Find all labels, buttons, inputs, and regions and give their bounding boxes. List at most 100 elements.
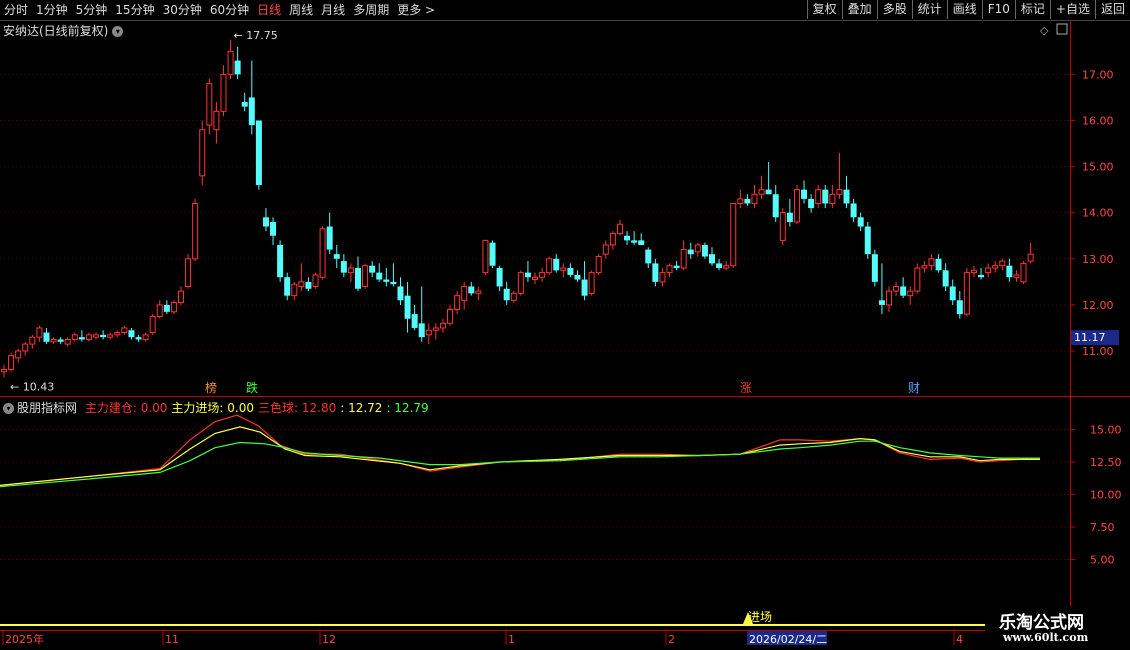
candle <box>539 268 546 282</box>
candle-body <box>871 254 878 282</box>
candle-body <box>149 315 156 334</box>
candle <box>64 337 71 347</box>
candle-body <box>723 265 730 269</box>
candle-body <box>355 268 361 289</box>
candle-body <box>999 260 1006 267</box>
candle-body <box>390 281 397 285</box>
candle <box>871 249 878 287</box>
candle <box>277 240 284 282</box>
candle-body <box>383 279 390 282</box>
stock-chart[interactable]: 进场 17.0016.0015.0014.0013.0012.0011.0011… <box>0 0 1130 650</box>
candle <box>886 286 892 312</box>
candle-body <box>829 193 836 204</box>
candle <box>588 270 595 296</box>
candle <box>652 258 659 287</box>
candle-body <box>50 338 57 343</box>
candle-body <box>956 300 963 315</box>
indicator-axis-label: 7.50 <box>1090 521 1115 534</box>
current-price-label: 11.17 <box>1074 331 1106 344</box>
candle <box>291 281 298 301</box>
candle-body <box>397 286 404 301</box>
candle <box>36 325 43 342</box>
candle-body <box>8 355 15 370</box>
price-label: 14.00 <box>1082 207 1114 220</box>
candle-body <box>963 272 970 315</box>
candle <box>532 272 538 285</box>
candle <box>397 277 404 305</box>
candle-body <box>305 281 312 289</box>
candle <box>185 254 192 289</box>
candle-body <box>425 329 432 336</box>
time-label: 2025年 <box>5 632 44 646</box>
candle-body <box>1 368 7 373</box>
candle-body <box>560 267 567 271</box>
candle <box>524 261 531 282</box>
candle <box>616 219 623 236</box>
candle-body <box>659 272 666 283</box>
time-label: 1 <box>508 633 515 646</box>
candle <box>553 254 560 273</box>
candle <box>560 263 567 278</box>
candle-body <box>411 314 418 328</box>
candle <box>100 330 107 340</box>
price-label: 17.00 <box>1082 68 1114 81</box>
candle <box>510 291 517 303</box>
price-label: 15.00 <box>1082 161 1114 174</box>
indicator-axis-label: 5.00 <box>1090 554 1115 567</box>
candle-body <box>524 272 531 278</box>
candle <box>829 185 836 209</box>
candle-body <box>248 97 255 126</box>
candle <box>843 175 850 209</box>
candle-body <box>142 334 149 340</box>
candle <box>985 263 992 278</box>
candle <box>963 268 970 317</box>
candle <box>241 92 248 112</box>
candle-body <box>970 269 977 274</box>
indicator-axis-label: 12.50 <box>1090 456 1122 469</box>
candle <box>857 212 864 232</box>
candle-body <box>100 334 107 338</box>
candle <box>744 194 751 206</box>
candle <box>489 240 496 269</box>
candle-body <box>737 198 744 204</box>
candle-body <box>914 267 921 292</box>
candle <box>213 102 220 144</box>
candle-body <box>78 337 85 340</box>
candle-body <box>744 198 751 204</box>
candle <box>312 272 319 289</box>
candle <box>935 254 942 273</box>
candle <box>8 353 15 372</box>
candle <box>411 304 418 331</box>
candle-body <box>29 336 36 345</box>
candle <box>78 330 85 342</box>
candle-body <box>213 110 220 131</box>
candle-body <box>680 249 687 269</box>
indicator-line-1 <box>0 426 1040 486</box>
candle <box>418 286 425 342</box>
candle-body <box>772 194 779 218</box>
candle <box>723 261 730 271</box>
candle-body <box>921 265 928 269</box>
candle-body <box>751 193 758 204</box>
candle-body <box>517 272 524 294</box>
candle-body <box>878 300 885 305</box>
candle <box>914 263 921 294</box>
candle <box>822 185 829 209</box>
candle <box>503 281 510 305</box>
candle-body <box>574 274 581 280</box>
candle-body <box>206 83 213 126</box>
candle-body <box>595 255 602 274</box>
candle <box>121 325 128 335</box>
candle-body <box>1013 274 1020 278</box>
candle <box>128 327 135 340</box>
candle <box>284 272 291 301</box>
candle <box>156 300 163 319</box>
candle-body <box>553 258 560 271</box>
candle <box>645 247 652 269</box>
candle-body <box>900 286 907 296</box>
candle <box>999 258 1006 271</box>
candle-body <box>935 258 942 271</box>
candle-body <box>893 285 900 292</box>
candle <box>602 240 609 259</box>
candle <box>850 198 857 222</box>
